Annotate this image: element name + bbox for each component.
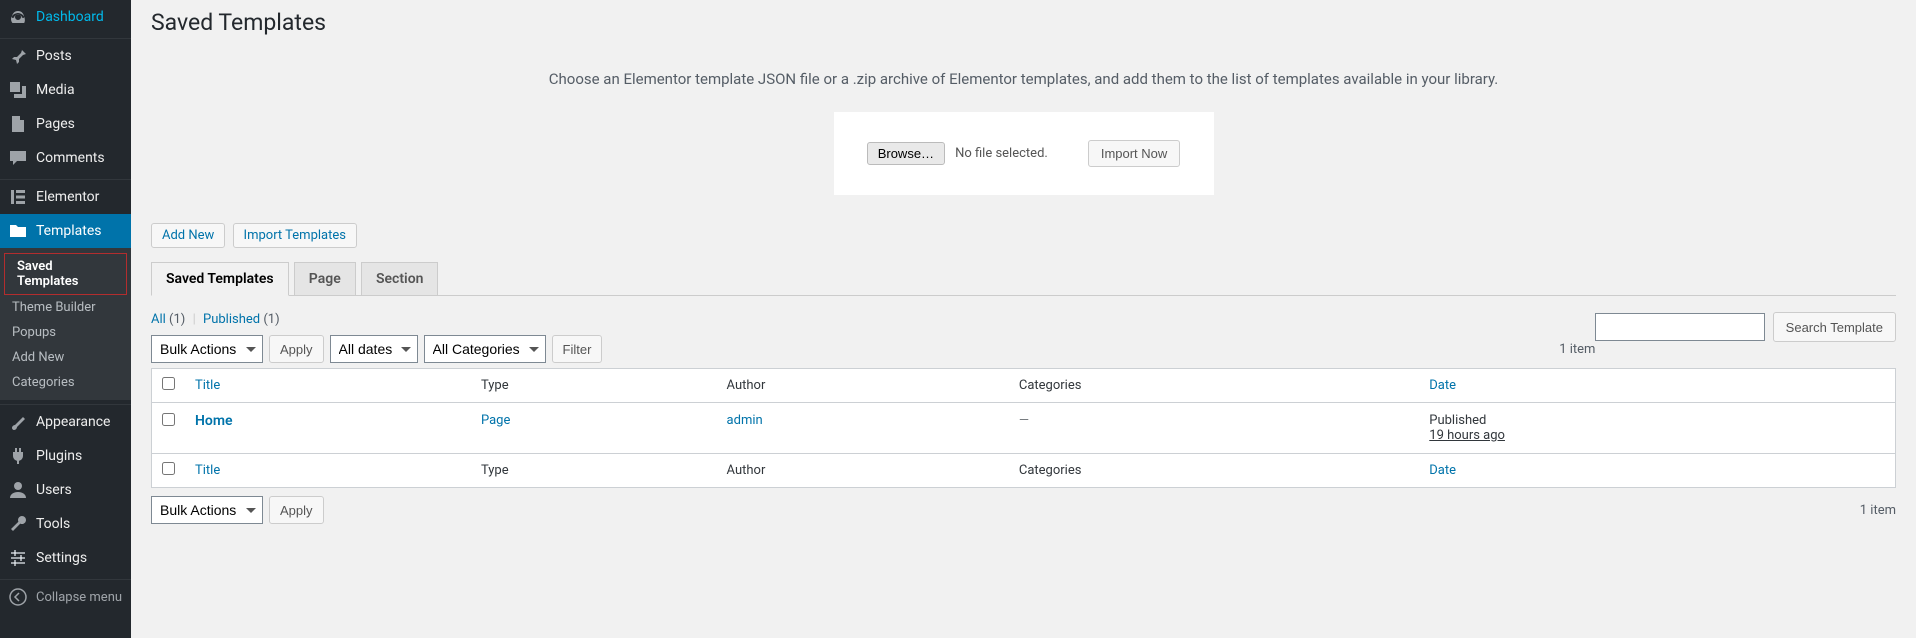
- dashboard-icon: [8, 7, 28, 27]
- settings-icon: [8, 548, 28, 568]
- sidebar-label-pages: Pages: [36, 116, 75, 132]
- sidebar-label-posts: Posts: [36, 48, 72, 64]
- col-author-foot: Author: [717, 453, 1009, 487]
- row-categories: —: [1019, 413, 1029, 428]
- sidebar-item-elementor[interactable]: Elementor: [0, 180, 131, 214]
- tablenav-bottom: Bulk Actions Apply 1 item: [151, 496, 1896, 524]
- search-bar: Search Template: [1595, 312, 1896, 342]
- row-title-link[interactable]: Home: [195, 413, 233, 429]
- submenu-theme-builder[interactable]: Theme Builder: [0, 295, 131, 320]
- templates-table: Title Type Author Categories Date Home P…: [151, 368, 1896, 488]
- col-author: Author: [717, 369, 1009, 403]
- col-date-foot[interactable]: Date: [1429, 463, 1456, 478]
- row-checkbox[interactable]: [162, 413, 175, 426]
- tab-page[interactable]: Page: [294, 262, 356, 296]
- page-icon: [8, 114, 28, 134]
- search-button[interactable]: Search Template: [1773, 312, 1896, 342]
- sidebar-item-media[interactable]: Media: [0, 73, 131, 107]
- sidebar-label-elementor: Elementor: [36, 189, 99, 205]
- tab-saved-templates[interactable]: Saved Templates: [151, 262, 289, 296]
- wrench-icon: [8, 514, 28, 534]
- select-all-top[interactable]: [162, 377, 175, 390]
- item-count-bottom: 1 item: [1860, 503, 1896, 518]
- sidebar-label-appearance: Appearance: [36, 414, 110, 430]
- tab-section[interactable]: Section: [361, 262, 438, 296]
- col-title[interactable]: Title: [195, 378, 220, 393]
- sidebar-collapse[interactable]: Collapse menu: [0, 580, 131, 614]
- sidebar-item-tools[interactable]: Tools: [0, 507, 131, 541]
- filter-all[interactable]: All: [151, 312, 166, 327]
- import-now-button[interactable]: Import Now: [1088, 140, 1180, 167]
- submenu-popups[interactable]: Popups: [0, 320, 131, 345]
- row-type-link[interactable]: Page: [481, 413, 510, 428]
- sidebar-item-appearance[interactable]: Appearance: [0, 405, 131, 439]
- tablenav-top: Bulk Actions Apply All dates All Categor…: [151, 335, 1595, 363]
- elementor-icon: [8, 187, 28, 207]
- col-date[interactable]: Date: [1429, 378, 1456, 393]
- template-tabs: Saved Templates Page Section: [151, 262, 1896, 296]
- filter-button[interactable]: Filter: [552, 335, 603, 363]
- sidebar-item-templates[interactable]: Templates: [0, 214, 131, 248]
- item-count-top: 1 item: [1559, 342, 1595, 357]
- import-box: Browse… No file selected. Import Now: [834, 112, 1214, 195]
- sidebar-label-plugins: Plugins: [36, 448, 82, 464]
- sidebar-label-dashboard: Dashboard: [36, 9, 104, 25]
- categories-select[interactable]: All Categories: [424, 335, 546, 363]
- sidebar-label-collapse: Collapse menu: [36, 590, 122, 605]
- col-type: Type: [471, 369, 717, 403]
- sidebar-item-posts[interactable]: Posts: [0, 39, 131, 73]
- sidebar-item-comments[interactable]: Comments: [0, 141, 131, 175]
- import-templates-button[interactable]: Import Templates: [233, 223, 357, 248]
- sidebar-item-pages[interactable]: Pages: [0, 107, 131, 141]
- col-categories: Categories: [1009, 369, 1419, 403]
- bulk-actions-select-bottom[interactable]: Bulk Actions: [151, 496, 263, 524]
- comment-icon: [8, 148, 28, 168]
- sidebar-item-plugins[interactable]: Plugins: [0, 439, 131, 473]
- top-action-buttons: Add New Import Templates: [151, 223, 1896, 248]
- pin-icon: [8, 46, 28, 66]
- filter-published[interactable]: Published: [203, 312, 260, 327]
- admin-sidebar: Dashboard Posts Media Pages Comments Ele…: [0, 0, 131, 638]
- sidebar-label-media: Media: [36, 82, 75, 98]
- user-icon: [8, 480, 28, 500]
- filter-all-count: (1): [169, 312, 185, 327]
- dates-select[interactable]: All dates: [330, 335, 418, 363]
- sidebar-label-comments: Comments: [36, 150, 105, 166]
- main-content: Saved Templates Choose an Elementor temp…: [131, 0, 1916, 544]
- sidebar-item-dashboard[interactable]: Dashboard: [0, 0, 131, 34]
- sidebar-label-tools: Tools: [36, 516, 70, 532]
- no-file-label: No file selected.: [955, 146, 1048, 161]
- row-author-link[interactable]: admin: [727, 413, 763, 428]
- brush-icon: [8, 412, 28, 432]
- bulk-actions-select-top[interactable]: Bulk Actions: [151, 335, 263, 363]
- media-icon: [8, 80, 28, 100]
- sidebar-label-users: Users: [36, 482, 72, 498]
- intro-text: Choose an Elementor template JSON file o…: [151, 70, 1896, 88]
- sidebar-item-users[interactable]: Users: [0, 473, 131, 507]
- col-title-foot[interactable]: Title: [195, 463, 220, 478]
- submenu-add-new[interactable]: Add New: [0, 345, 131, 370]
- row-date-status: Published: [1429, 413, 1486, 428]
- col-type-foot: Type: [471, 453, 717, 487]
- sidebar-label-settings: Settings: [36, 550, 87, 566]
- sidebar-submenu-templates: Saved Templates Theme Builder Popups Add…: [0, 248, 131, 400]
- page-title: Saved Templates: [151, 0, 1896, 52]
- submenu-saved-templates[interactable]: Saved Templates: [0, 253, 131, 295]
- search-input[interactable]: [1595, 313, 1765, 341]
- col-categories-foot: Categories: [1009, 453, 1419, 487]
- submenu-categories[interactable]: Categories: [0, 370, 131, 395]
- apply-button-top[interactable]: Apply: [269, 335, 324, 363]
- sidebar-label-templates: Templates: [36, 223, 102, 239]
- row-date-ago: 19 hours ago: [1429, 428, 1505, 443]
- plug-icon: [8, 446, 28, 466]
- filter-published-count: (1): [263, 312, 279, 327]
- browse-button[interactable]: Browse…: [867, 142, 945, 165]
- folder-icon: [8, 221, 28, 241]
- select-all-bottom[interactable]: [162, 462, 175, 475]
- table-row: Home Page admin — Published19 hours ago: [152, 403, 1895, 453]
- sidebar-item-settings[interactable]: Settings: [0, 541, 131, 575]
- add-new-button[interactable]: Add New: [151, 223, 225, 248]
- collapse-icon: [8, 587, 28, 607]
- apply-button-bottom[interactable]: Apply: [269, 496, 324, 524]
